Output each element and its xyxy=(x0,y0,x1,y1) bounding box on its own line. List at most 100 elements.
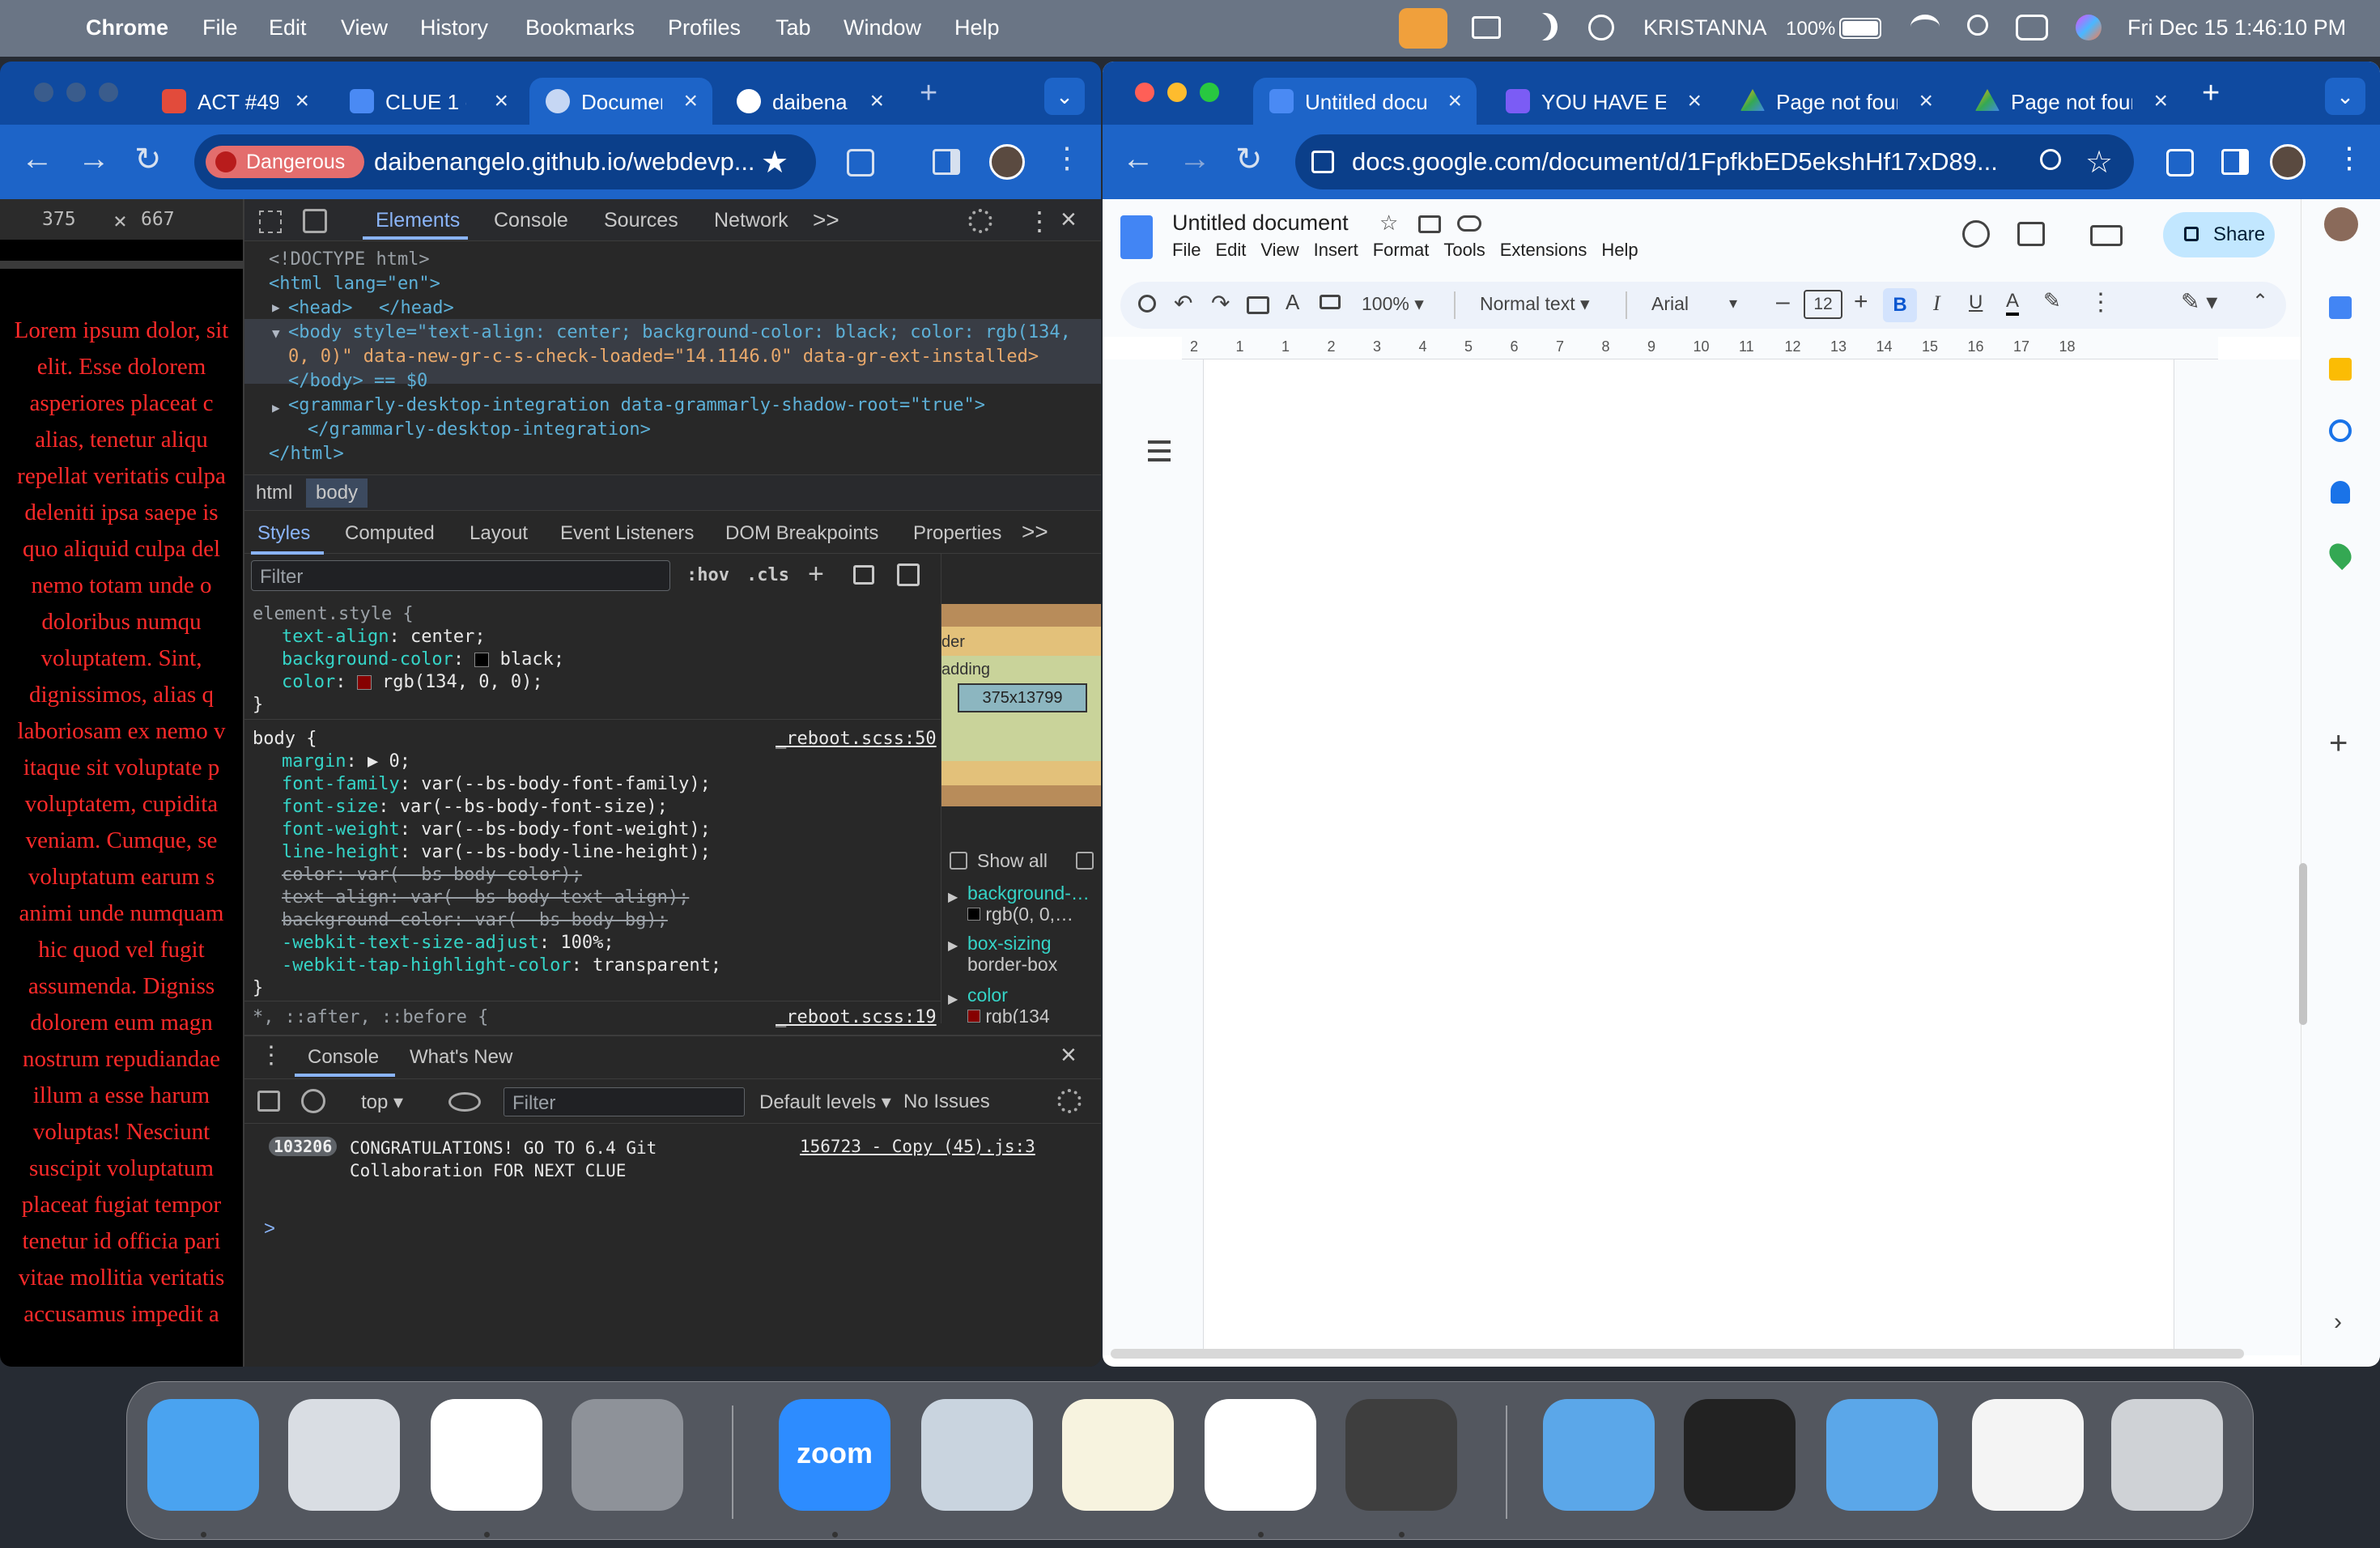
trash-icon[interactable] xyxy=(2111,1399,2223,1511)
tab-styles[interactable]: Styles xyxy=(257,522,310,545)
vertical-scrollbar[interactable] xyxy=(2299,863,2307,1025)
drawer-tab-whats-new[interactable]: What's New xyxy=(410,1046,512,1069)
collapse-body-icon[interactable]: ▼ xyxy=(272,325,280,341)
show-all-checkbox[interactable] xyxy=(950,852,967,870)
bookmark-star-icon[interactable]: ★ xyxy=(761,144,788,181)
microphone-icon[interactable] xyxy=(1399,8,1447,49)
inspect-element-icon[interactable] xyxy=(259,211,282,233)
play-icon[interactable] xyxy=(1588,15,1614,40)
expand-arrow-icon[interactable]: ▶ xyxy=(948,889,958,905)
sublime-icon[interactable] xyxy=(1345,1399,1457,1511)
side-panel-icon[interactable] xyxy=(933,149,960,175)
log-levels-select[interactable]: Default levels ▾ xyxy=(759,1091,891,1114)
wifi-icon[interactable] xyxy=(1910,15,1940,39)
zoom-icon[interactable]: zoom xyxy=(779,1399,890,1511)
address-bar[interactable]: Dangerous daibenangelo.github.io/webdevp… xyxy=(194,134,816,189)
css-declaration[interactable]: font-weight: var(--bs-body-font-weight); xyxy=(282,819,711,840)
screen-mirror-icon[interactable] xyxy=(1472,16,1501,39)
source-link[interactable]: _reboot.scss:50 xyxy=(776,729,937,749)
device-toolbar-icon[interactable] xyxy=(303,209,327,233)
close-drawer-icon[interactable]: × xyxy=(1060,1040,1077,1071)
color-swatch-black[interactable] xyxy=(474,653,490,667)
css-declaration[interactable]: text-align: var(--bs-body-text-align); xyxy=(282,887,689,908)
menu-tab[interactable]: Tab xyxy=(776,15,811,40)
notes-icon[interactable] xyxy=(1062,1399,1174,1511)
menu-edit[interactable]: Edit xyxy=(269,15,307,40)
home-folder-icon[interactable] xyxy=(1543,1399,1655,1511)
menu-view[interactable]: View xyxy=(341,15,388,40)
devtools-menu-icon[interactable]: ⋮ xyxy=(1026,206,1052,236)
menu-help[interactable]: Help xyxy=(954,15,1000,40)
preview-icon[interactable] xyxy=(921,1399,1033,1511)
launchpad-icon[interactable] xyxy=(288,1399,400,1511)
drawer-menu-icon[interactable]: ⋮ xyxy=(259,1041,283,1070)
kebab-menu-icon[interactable]: ⋮ xyxy=(2335,141,2364,175)
tab-event-listeners[interactable]: Event Listeners xyxy=(560,522,694,545)
close-tab-icon[interactable]: × xyxy=(683,87,698,115)
tab-search-chevron-icon[interactable]: ⌄ xyxy=(2325,78,2365,115)
color-swatch-red[interactable] xyxy=(356,675,372,690)
kebab-menu-icon[interactable]: ⋮ xyxy=(1052,141,1082,175)
console-source-link[interactable]: 156723 - Copy (45).js:3 xyxy=(800,1137,1035,1156)
css-declaration[interactable]: -webkit-text-size-adjust: 100%; xyxy=(282,933,614,953)
expand-head-icon[interactable]: ▶ xyxy=(272,300,280,315)
new-rule-icon[interactable]: + xyxy=(808,559,824,590)
avatar[interactable] xyxy=(989,144,1025,180)
tab-layout[interactable]: Layout xyxy=(470,522,528,545)
back-icon[interactable]: ← xyxy=(21,141,53,177)
issues-button[interactable]: No Issues xyxy=(903,1091,990,1113)
settings-gear-icon[interactable] xyxy=(968,209,992,233)
css-declaration[interactable]: font-family: var(--bs-body-font-family); xyxy=(282,774,711,794)
crumb-html[interactable]: html xyxy=(256,482,292,504)
hov-toggle[interactable]: :hov xyxy=(686,565,729,585)
menu-file[interactable]: File xyxy=(202,15,238,40)
moon-icon[interactable] xyxy=(1533,13,1558,40)
css-declaration[interactable]: background-color: var(--bs-body-bg); xyxy=(282,910,668,930)
console-filter-input[interactable]: Filter xyxy=(504,1087,745,1116)
finder-icon[interactable] xyxy=(147,1399,259,1511)
horizontal-scrollbar[interactable] xyxy=(1111,1349,2244,1359)
tab-elements[interactable]: Elements xyxy=(376,209,460,232)
tab-act49[interactable]: ACT #49 × xyxy=(146,78,324,125)
console-prompt[interactable]: > xyxy=(264,1218,275,1240)
menu-profiles[interactable]: Profiles xyxy=(668,15,741,40)
new-tab-button[interactable]: + xyxy=(920,76,937,111)
context-select[interactable]: top ▾ xyxy=(361,1091,403,1114)
close-window-button[interactable] xyxy=(34,83,53,102)
eye-icon[interactable] xyxy=(448,1092,481,1112)
menubar-clock[interactable]: Fri Dec 15 1:46:10 PM xyxy=(2127,15,2346,40)
tab-github[interactable]: daibenangelo× xyxy=(720,78,899,125)
add-addon-icon[interactable]: + xyxy=(2329,725,2348,762)
clear-console-icon[interactable] xyxy=(301,1089,325,1113)
expand-grammarly-icon[interactable]: ▶ xyxy=(272,400,280,415)
folder-icon[interactable] xyxy=(1826,1399,1938,1511)
close-devtools-icon[interactable]: × xyxy=(1060,204,1077,236)
system-settings-icon[interactable] xyxy=(572,1399,683,1511)
console-settings-icon[interactable] xyxy=(1057,1089,1082,1113)
css-declaration[interactable]: -webkit-tap-highlight-color: transparent… xyxy=(282,955,721,976)
crumb-body[interactable]: body xyxy=(306,478,368,508)
tasks-icon[interactable] xyxy=(2329,419,2352,442)
menu-history[interactable]: History xyxy=(420,15,488,40)
cls-toggle[interactable]: .cls xyxy=(746,565,789,585)
document-icon[interactable] xyxy=(1972,1399,2084,1511)
drawer-tab-console[interactable]: Console xyxy=(308,1046,379,1069)
keep-icon[interactable] xyxy=(2329,358,2352,381)
tab-computed[interactable]: Computed xyxy=(345,522,435,545)
calendar-icon[interactable] xyxy=(2329,296,2352,319)
tab-properties[interactable]: Properties xyxy=(913,522,1001,545)
reload-icon[interactable]: ↻ xyxy=(134,141,162,178)
tab-clue1[interactable]: CLUE 1 (× xyxy=(334,78,523,125)
vscode-icon[interactable] xyxy=(1205,1399,1316,1511)
group-checkbox[interactable] xyxy=(1076,852,1094,870)
close-tab-icon[interactable]: × xyxy=(869,87,884,115)
content-box[interactable]: 375x13799 xyxy=(958,683,1087,712)
chrome-icon[interactable] xyxy=(431,1399,542,1511)
more-styles-tabs-icon[interactable]: >> xyxy=(1022,519,1048,545)
forward-icon[interactable]: → xyxy=(78,141,110,177)
search-icon[interactable] xyxy=(1967,15,1988,36)
expand-arrow-icon[interactable]: ▶ xyxy=(948,991,958,1007)
more-tabs-icon[interactable]: >> xyxy=(813,207,839,233)
css-declaration[interactable]: color: var(--bs-body-color); xyxy=(282,865,582,885)
paint-brush-icon[interactable] xyxy=(853,565,874,585)
